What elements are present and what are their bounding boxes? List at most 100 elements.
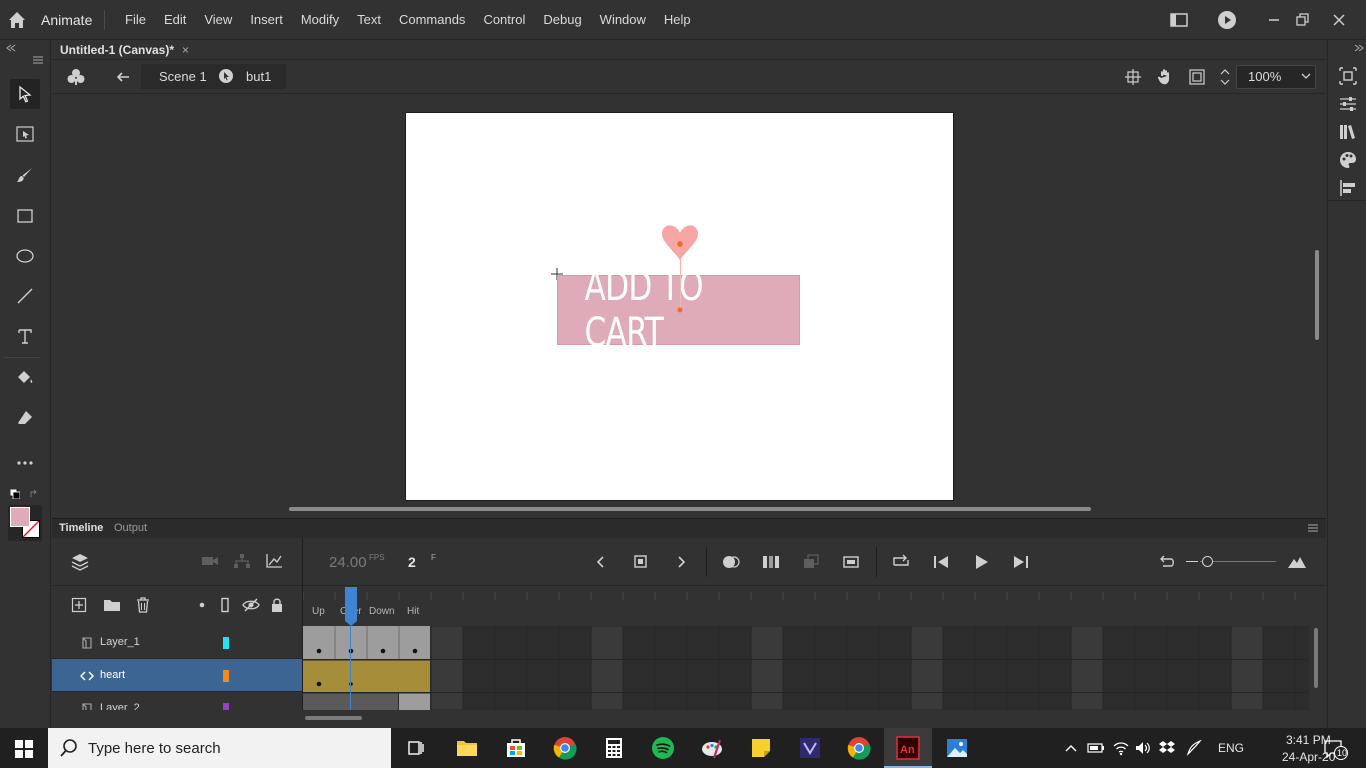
- close-window-icon[interactable]: [1327, 8, 1351, 32]
- collapse-panel-icon[interactable]: [6, 44, 16, 52]
- sticky-notes-icon[interactable]: [749, 736, 773, 760]
- tab-output[interactable]: Output: [114, 522, 147, 534]
- layers-icon[interactable]: [70, 552, 90, 572]
- windows-start-icon[interactable]: [14, 739, 34, 759]
- align-icon[interactable]: [1338, 178, 1358, 198]
- menu-text[interactable]: Text: [357, 12, 381, 27]
- layer-color-swatch[interactable]: [223, 703, 229, 710]
- fps-value[interactable]: 24.00: [329, 554, 367, 571]
- onion-skin-icon[interactable]: [721, 553, 741, 571]
- chrome-icon[interactable]: [553, 736, 577, 760]
- zoom-stepper-icon[interactable]: [1218, 66, 1232, 88]
- menu-insert[interactable]: Insert: [250, 12, 283, 27]
- document-tab[interactable]: Untitled-1 (Canvas)* ×: [52, 40, 197, 60]
- restore-icon[interactable]: [1290, 8, 1314, 32]
- photos-icon[interactable]: [945, 736, 969, 760]
- rotate-stage-icon[interactable]: [1155, 67, 1175, 87]
- playhead[interactable]: [344, 587, 358, 627]
- breadcrumb-scene[interactable]: Scene 1: [159, 69, 207, 84]
- menu-control[interactable]: Control: [483, 12, 525, 27]
- test-movie-icon[interactable]: [1215, 8, 1239, 32]
- rectangle-tool[interactable]: [10, 201, 40, 231]
- spotify-icon[interactable]: [651, 736, 675, 760]
- timeline-panel-menu-icon[interactable]: [1308, 524, 1318, 532]
- insert-keyframe-icon[interactable]: [632, 553, 650, 571]
- frame-size-slider-thumb[interactable]: [1202, 556, 1213, 567]
- insert-blank-icon[interactable]: [841, 553, 861, 571]
- menu-help[interactable]: Help: [664, 12, 691, 27]
- edit-symbols-icon[interactable]: [66, 67, 86, 87]
- back-arrow-icon[interactable]: [114, 68, 132, 86]
- play-icon[interactable]: [971, 553, 991, 571]
- clip-content-icon[interactable]: [1187, 67, 1207, 87]
- brush-tool[interactable]: [10, 160, 40, 190]
- lock-layers-icon[interactable]: [269, 597, 285, 613]
- animate-app-icon[interactable]: An: [896, 736, 920, 760]
- layer-row-layer1[interactable]: Layer_1: [52, 626, 302, 659]
- document-close-icon[interactable]: ×: [182, 43, 189, 57]
- previous-keyframe-icon[interactable]: [592, 553, 610, 571]
- menu-modify[interactable]: Modify: [301, 12, 339, 27]
- volume-icon[interactable]: [1134, 740, 1152, 756]
- default-colors-icon[interactable]: [10, 489, 20, 499]
- new-folder-icon[interactable]: [103, 597, 121, 613]
- paint-app-icon[interactable]: [700, 736, 724, 760]
- minimize-icon[interactable]: [1262, 8, 1286, 32]
- edit-multiple-frames-icon[interactable]: [761, 553, 781, 571]
- properties-panel-icon[interactable]: [1338, 66, 1358, 86]
- transform-point[interactable]: [677, 307, 683, 313]
- step-back-icon[interactable]: [931, 553, 951, 571]
- heart-icon[interactable]: [660, 222, 700, 262]
- show-hidden-icons-icon[interactable]: [1064, 741, 1078, 755]
- next-keyframe-icon[interactable]: [672, 553, 690, 571]
- frame-ruler[interactable]: [303, 586, 1309, 600]
- fill-color-swatch[interactable]: [10, 507, 30, 527]
- language-indicator[interactable]: ENG: [1218, 741, 1244, 755]
- menu-window[interactable]: Window: [600, 12, 646, 27]
- free-transform-tool[interactable]: [10, 119, 40, 149]
- workspace-layout-icon[interactable]: [1167, 8, 1191, 32]
- fit-frames-icon[interactable]: [1157, 553, 1177, 571]
- color-palette-icon[interactable]: [1338, 150, 1358, 170]
- menu-file[interactable]: File: [125, 12, 146, 27]
- task-view-icon[interactable]: [404, 736, 428, 760]
- expand-panels-icon[interactable]: [1354, 44, 1364, 52]
- center-stage-icon[interactable]: [1124, 68, 1142, 86]
- graph-icon[interactable]: [265, 553, 283, 569]
- menu-view[interactable]: View: [204, 12, 232, 27]
- create-tween-icon[interactable]: [801, 553, 821, 571]
- line-tool[interactable]: [10, 281, 40, 311]
- layer-parenting-icon[interactable]: [233, 553, 251, 569]
- step-forward-icon[interactable]: [1011, 553, 1031, 571]
- current-frame[interactable]: 2: [408, 554, 416, 570]
- stage-vertical-scrollbar[interactable]: [1315, 250, 1319, 340]
- new-layer-icon[interactable]: [71, 597, 87, 613]
- calculator-icon[interactable]: [602, 736, 626, 760]
- text-tool[interactable]: [10, 321, 40, 351]
- selection-tool[interactable]: [10, 79, 40, 109]
- library-icon[interactable]: [1338, 122, 1358, 142]
- adjustments-icon[interactable]: [1338, 94, 1358, 114]
- visual-studio-icon[interactable]: [798, 736, 822, 760]
- menu-debug[interactable]: Debug: [543, 12, 581, 27]
- file-explorer-icon[interactable]: [455, 736, 479, 760]
- menu-edit[interactable]: Edit: [164, 12, 186, 27]
- more-tools-icon[interactable]: [10, 448, 40, 478]
- eraser-tool[interactable]: [10, 403, 40, 433]
- store-icon[interactable]: [504, 736, 528, 760]
- panel-menu-icon[interactable]: [33, 56, 43, 64]
- layer-row-layer2[interactable]: Layer_2: [52, 692, 302, 710]
- frame-grid[interactable]: [303, 626, 1309, 710]
- camera-icon[interactable]: [201, 553, 219, 569]
- zoom-in-frames-icon[interactable]: [1287, 553, 1307, 571]
- loop-icon[interactable]: [891, 553, 911, 571]
- home-icon[interactable]: [6, 9, 28, 31]
- layer-color-swatch[interactable]: [223, 670, 229, 682]
- chrome-second-icon[interactable]: [847, 736, 871, 760]
- wifi-icon[interactable]: [1112, 740, 1130, 756]
- highlight-layers-icon[interactable]: [198, 601, 206, 609]
- oval-tool[interactable]: [10, 241, 40, 271]
- stage-horizontal-scrollbar[interactable]: [289, 507, 1091, 511]
- hide-layers-icon[interactable]: [242, 597, 260, 613]
- chevron-down-icon[interactable]: [1300, 71, 1312, 81]
